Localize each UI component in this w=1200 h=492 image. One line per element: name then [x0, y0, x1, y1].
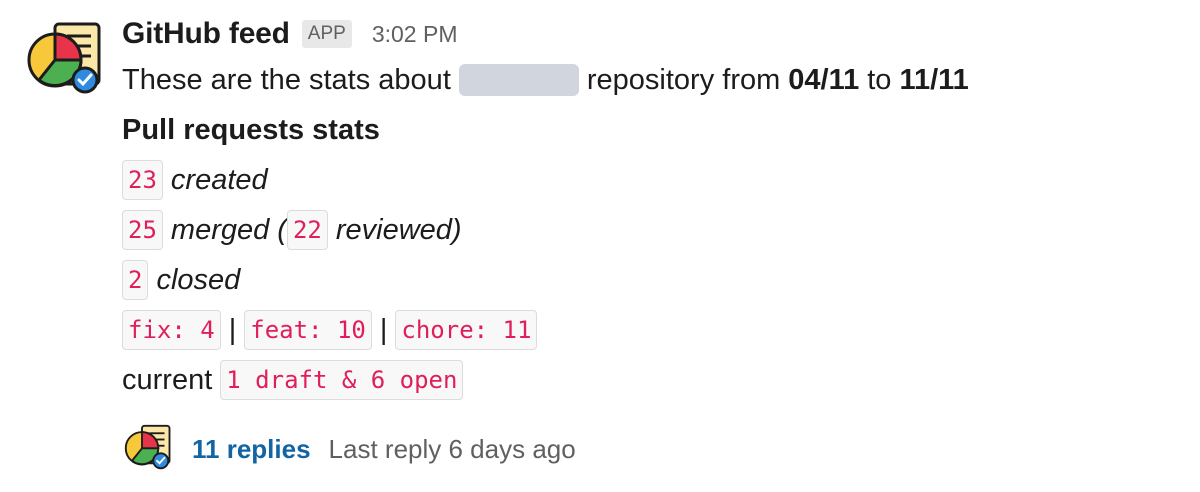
tags-line: fix: 4 | feat: 10 | chore: 11	[122, 305, 1182, 355]
pie-chart-document-icon	[27, 22, 101, 94]
created-count: 23	[122, 160, 163, 200]
merged-count: 25	[122, 210, 163, 250]
closed-label: closed	[156, 264, 241, 296]
message-content: GitHub feed APP 3:02 PM These are the st…	[122, 13, 1182, 405]
app-avatar[interactable]	[23, 18, 103, 98]
current-label: current	[122, 364, 213, 396]
timestamp[interactable]: 3:02 PM	[372, 21, 458, 48]
last-reply-text: Last reply 6 days ago	[328, 433, 576, 464]
closed-count: 2	[122, 260, 149, 300]
created-label: created	[170, 164, 268, 196]
current-value: 1 draft & 6 open	[220, 360, 464, 400]
replies-link[interactable]: 11 replies	[192, 434, 311, 465]
intro-line: These are the stats about repository fro…	[122, 55, 1182, 105]
reviewed-label: reviewed)	[335, 214, 462, 246]
created-line: 23 created	[122, 155, 1182, 205]
intro-text: These are the stats about	[122, 64, 451, 96]
to-date: 11/11	[899, 64, 969, 96]
tag-feat: feat: 10	[244, 310, 372, 350]
from-date: 04/11	[788, 64, 860, 96]
current-line: current 1 draft & 6 open	[122, 355, 1182, 405]
tag-chore: chore: 11	[395, 310, 538, 350]
tag-separator: |	[379, 314, 388, 346]
sender-name[interactable]: GitHub feed	[122, 17, 290, 51]
thread-summary[interactable]: 11 replies Last reply 6 days ago	[122, 424, 576, 472]
message-header: GitHub feed APP 3:02 PM	[122, 13, 1182, 55]
redacted-repository-name	[458, 64, 579, 96]
pie-chart-document-icon	[124, 424, 171, 469]
intro-text-after: repository from	[586, 64, 781, 96]
app-badge: APP	[301, 20, 352, 48]
tag-separator: |	[228, 314, 237, 346]
section-title: Pull requests stats	[122, 114, 380, 146]
merged-line: 25 merged ( 22 reviewed)	[122, 205, 1182, 255]
merged-label: merged (	[170, 214, 287, 246]
section-title-line: Pull requests stats	[122, 105, 1182, 155]
thread-avatar	[122, 422, 172, 477]
date-connector: to	[867, 64, 892, 96]
reviewed-count: 22	[286, 210, 328, 250]
tag-fix: fix: 4	[122, 310, 221, 350]
closed-line: 2 closed	[122, 255, 1182, 305]
message: GitHub feed APP 3:02 PM These are the st…	[0, 0, 1200, 492]
